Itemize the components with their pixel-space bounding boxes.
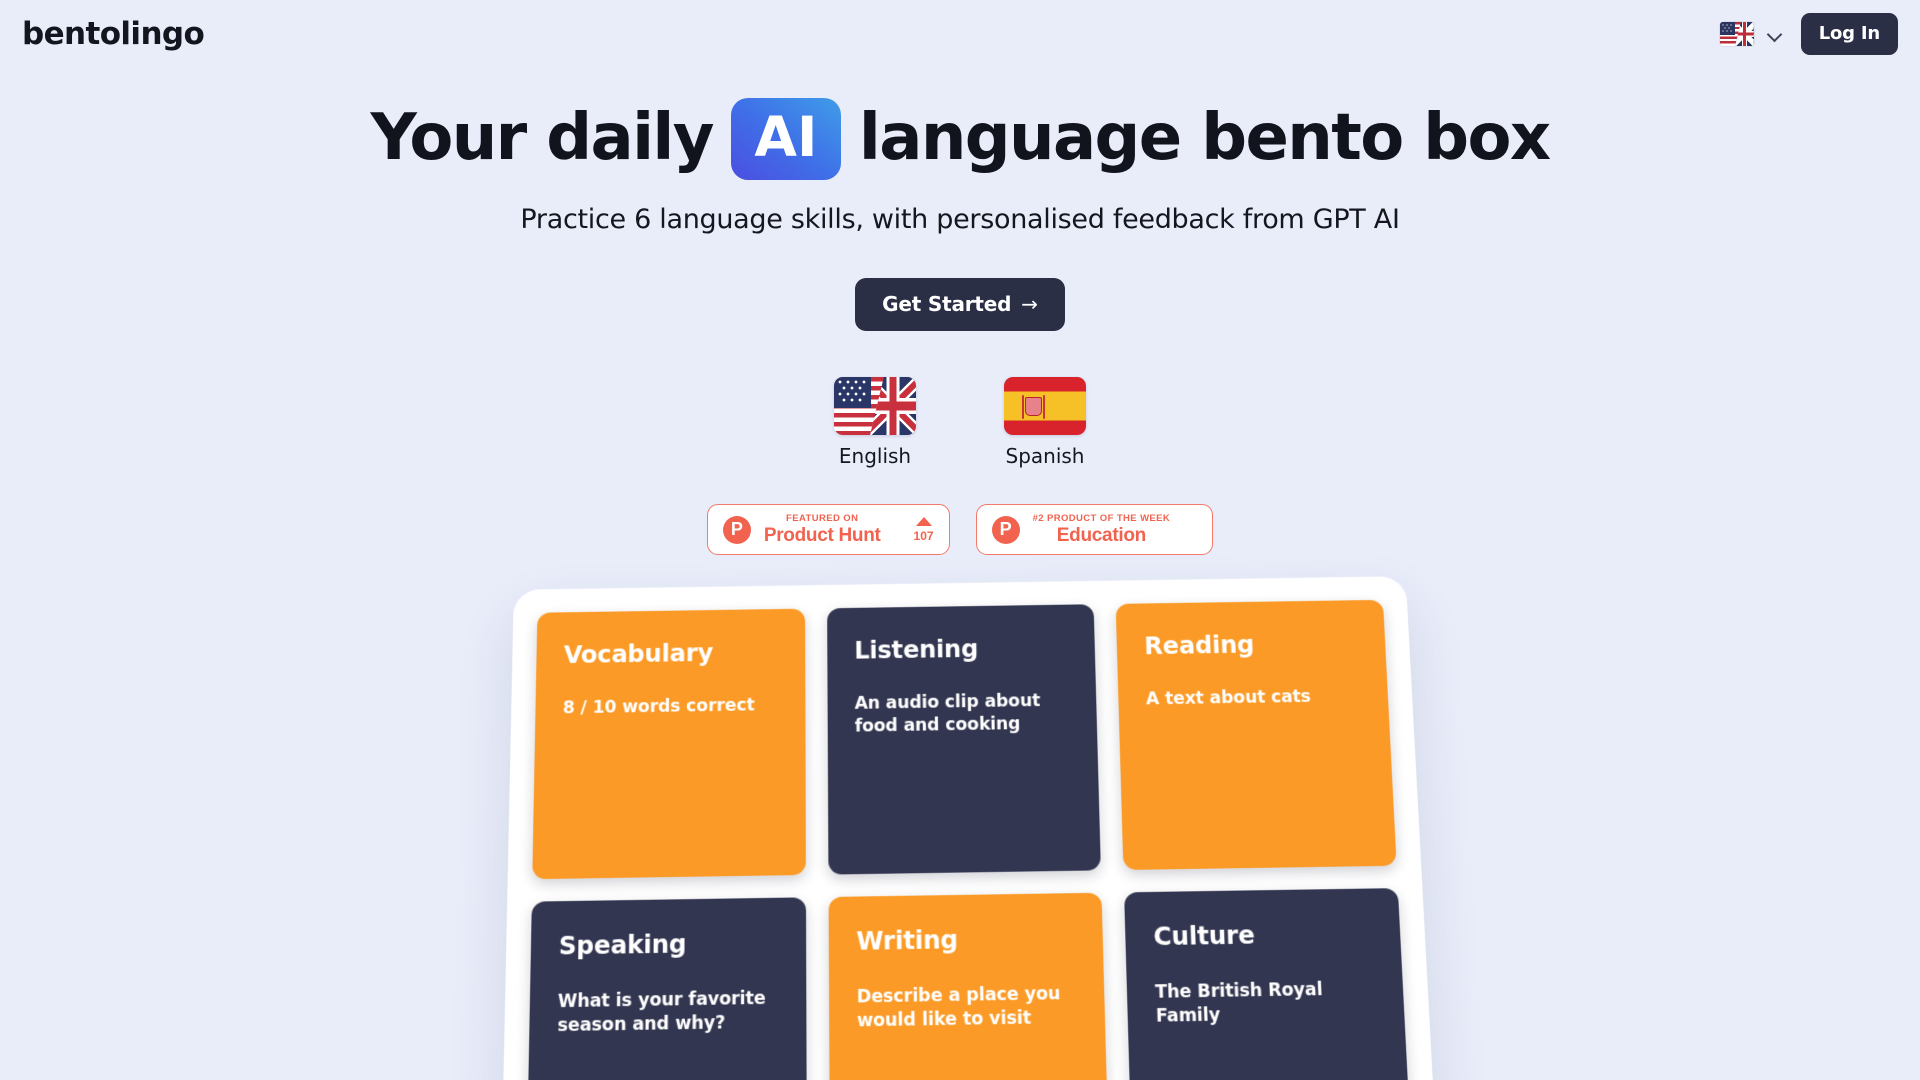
caret-up-icon bbox=[915, 517, 932, 526]
top-bar-actions: Log In bbox=[1719, 13, 1898, 55]
product-hunt-vote-count: 107 bbox=[913, 529, 934, 543]
top-navigation-bar: bentolingo Log In bbox=[0, 0, 1920, 68]
product-hunt-education-badge[interactable]: P #2 PRODUCT OF THE WEEK Education bbox=[975, 504, 1214, 555]
ai-badge: AI bbox=[730, 98, 841, 180]
product-hunt-icon: P bbox=[722, 515, 751, 544]
product-hunt-text: FEATURED ON Product Hunt bbox=[763, 512, 881, 546]
chevron-down-icon bbox=[1768, 27, 1783, 42]
bento-card-title: Listening bbox=[854, 635, 979, 665]
get-started-button[interactable]: Get Started → bbox=[855, 278, 1065, 331]
bento-card-description: The British Royal Family bbox=[1154, 979, 1324, 1028]
bento-card-title: Reading bbox=[1143, 631, 1255, 661]
bento-card-reading[interactable]: Reading A text about cats bbox=[1115, 599, 1397, 870]
product-hunt-kicker: FEATURED ON bbox=[786, 512, 859, 524]
language-label: Spanish bbox=[1005, 444, 1085, 468]
login-button[interactable]: Log In bbox=[1800, 13, 1898, 55]
page-title: Your daily AI language bento box bbox=[0, 98, 1920, 180]
product-hunt-title: Education bbox=[1056, 524, 1146, 546]
product-hunt-featured-badge[interactable]: P FEATURED ON Product Hunt 107 bbox=[706, 504, 950, 555]
product-hunt-icon: P bbox=[991, 515, 1020, 544]
product-hunt-title: Product Hunt bbox=[763, 524, 881, 546]
bento-card-culture[interactable]: Culture The British Royal Family bbox=[1124, 888, 1413, 1080]
flag-en-uk-icon bbox=[834, 377, 916, 435]
bento-card-title: Vocabulary bbox=[563, 639, 714, 669]
bento-card-description: 8 / 10 words correct bbox=[562, 695, 755, 719]
page-subtitle: Practice 6 language skills, with persona… bbox=[520, 204, 1400, 235]
language-option-spanish[interactable]: Spanish bbox=[1004, 377, 1086, 468]
language-options: English Spanish bbox=[0, 377, 1920, 468]
bento-card-speaking[interactable]: Speaking What is your favorite season an… bbox=[526, 897, 807, 1080]
get-started-label: Get Started bbox=[882, 292, 1012, 316]
hero-section: Your daily AI language bento box Practic… bbox=[0, 98, 1920, 555]
bento-card-description: An audio clip about food and cooking bbox=[854, 691, 1041, 737]
bento-card-title: Culture bbox=[1153, 920, 1256, 952]
headline-part-1: Your daily bbox=[370, 101, 714, 176]
language-switcher[interactable] bbox=[1719, 22, 1783, 46]
product-hunt-badges: P FEATURED ON Product Hunt 107 P #2 PROD… bbox=[0, 504, 1920, 555]
bento-card-description: Describe a place you would like to visit bbox=[856, 983, 1061, 1032]
bento-board: Vocabulary 8 / 10 words correct Listenin… bbox=[500, 576, 1439, 1080]
product-hunt-vote: 107 bbox=[914, 517, 934, 542]
bento-card-description: A text about cats bbox=[1145, 687, 1312, 710]
product-hunt-text: #2 PRODUCT OF THE WEEK Education bbox=[1032, 512, 1171, 546]
flag-en-uk-icon bbox=[1719, 22, 1754, 46]
bento-card-vocabulary[interactable]: Vocabulary 8 / 10 words correct bbox=[532, 608, 806, 880]
language-option-english[interactable]: English bbox=[834, 377, 916, 468]
bento-card-title: Speaking bbox=[558, 929, 687, 961]
bento-card-description: What is your favorite season and why? bbox=[557, 988, 766, 1037]
bento-card-title: Writing bbox=[856, 925, 959, 956]
language-label: English bbox=[838, 444, 912, 468]
app-logo[interactable]: bentolingo bbox=[22, 16, 205, 52]
bento-board-wrapper: Vocabulary 8 / 10 words correct Listenin… bbox=[0, 576, 1920, 1080]
bento-card-listening[interactable]: Listening An audio clip about food and c… bbox=[826, 604, 1102, 875]
bento-card-writing[interactable]: Writing Describe a place you would like … bbox=[828, 892, 1110, 1080]
arrow-right-icon: → bbox=[1021, 292, 1038, 316]
flag-es-icon bbox=[1004, 377, 1086, 435]
product-hunt-kicker: #2 PRODUCT OF THE WEEK bbox=[1032, 512, 1171, 524]
headline-part-2: language bento box bbox=[858, 101, 1551, 176]
